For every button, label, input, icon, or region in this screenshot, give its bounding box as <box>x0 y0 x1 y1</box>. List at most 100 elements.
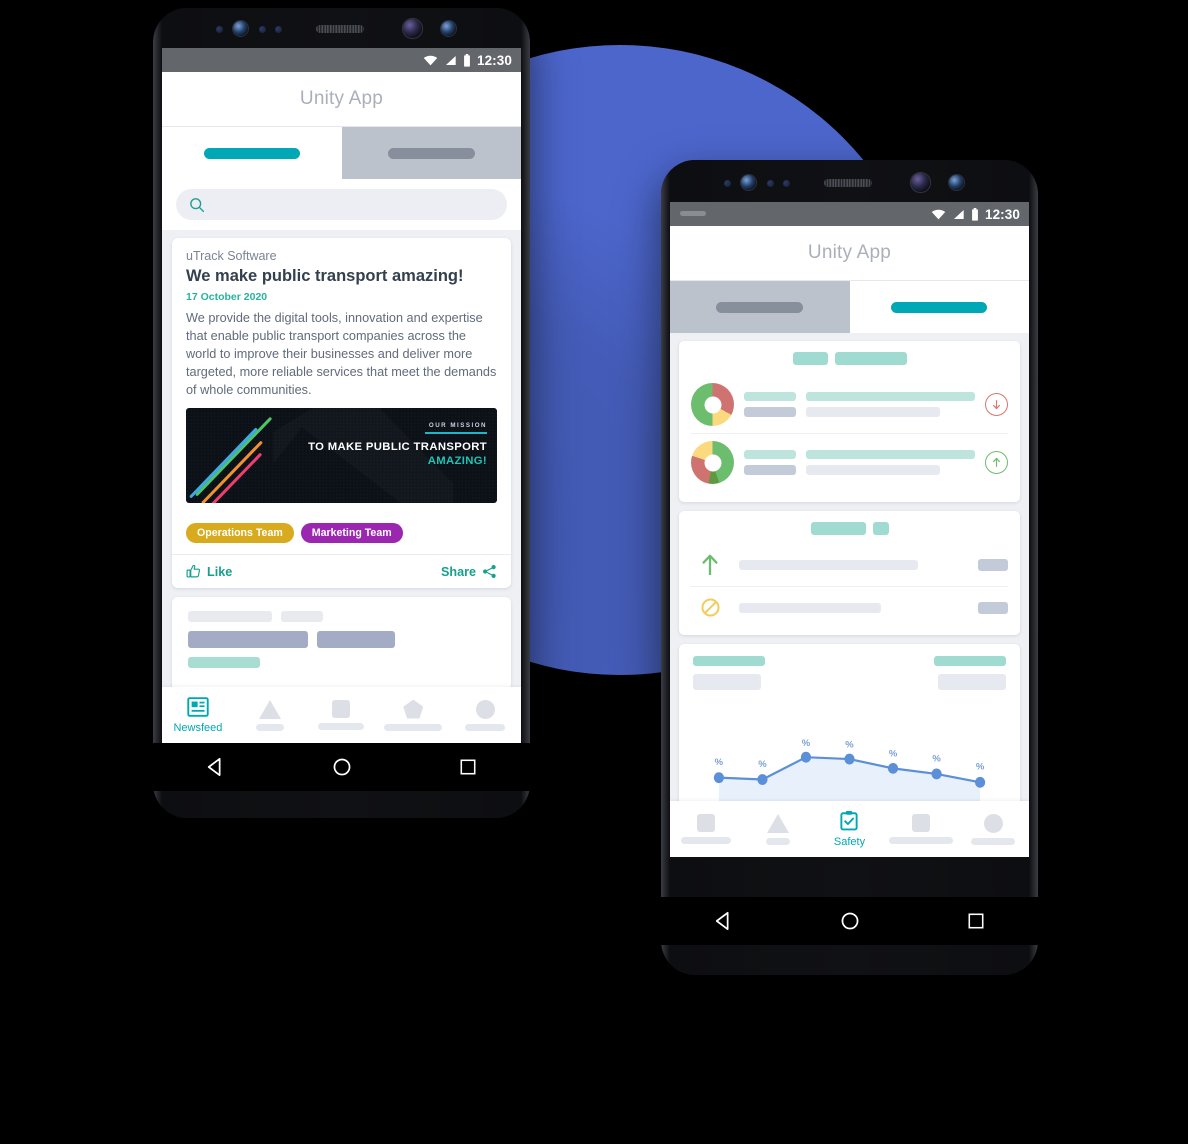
search-input[interactable] <box>176 189 507 220</box>
earpiece-speaker-icon <box>316 25 364 33</box>
wifi-icon <box>931 209 946 219</box>
arrow-up-icon <box>702 554 718 575</box>
chart-title-bar <box>934 656 1006 666</box>
status-bar-time: 12:30 <box>476 52 512 68</box>
signal-icon <box>953 209 964 219</box>
row-labels-right <box>806 450 975 475</box>
recents-icon[interactable] <box>459 758 477 776</box>
skeleton-card <box>172 597 511 692</box>
proximity-sensor-icon <box>724 180 731 187</box>
back-icon[interactable] <box>206 757 226 777</box>
article-banner-image: OUR MISSION TO MAKE PUBLIC TRANSPORT AMA… <box>186 408 497 504</box>
signal-icon <box>445 55 456 65</box>
thumbs-up-icon <box>186 565 201 578</box>
sensor-dot-icon <box>275 26 282 33</box>
chart-point-label: % <box>889 748 898 759</box>
label-bar <box>744 392 796 401</box>
back-icon[interactable] <box>714 911 734 931</box>
phone1-screen: 12:30 Unity App uTrack Software We make … <box>162 48 521 743</box>
status-label-wrap <box>739 560 968 570</box>
tag-operations-team[interactable]: Operations Team <box>186 523 294 544</box>
status-row <box>691 587 1008 624</box>
nav-item-placeholder[interactable] <box>377 699 449 731</box>
title-bar <box>810 522 866 535</box>
phone2-top-bezel <box>661 160 1038 206</box>
prohibited-icon <box>700 598 720 617</box>
status-summary-card[interactable] <box>679 511 1020 635</box>
nav-item-newsfeed[interactable]: Newsfeed <box>162 696 234 734</box>
square-shape-icon <box>332 700 351 718</box>
status-bar-time: 12:30 <box>984 206 1020 222</box>
nav-item-placeholder[interactable] <box>449 699 521 731</box>
nav-label-placeholder <box>889 837 954 844</box>
front-camera-icon <box>741 175 756 190</box>
nav-label-placeholder <box>465 723 506 731</box>
status-label-wrap <box>739 602 968 613</box>
phone-device-left: 12:30 Unity App uTrack Software We make … <box>153 8 530 818</box>
nav-item-safety[interactable]: Safety <box>814 810 886 848</box>
tab-label-placeholder <box>716 301 804 313</box>
nav-label-placeholder <box>765 837 790 845</box>
triangle-shape-icon <box>258 699 281 719</box>
newspaper-icon <box>187 696 209 717</box>
share-label: Share <box>440 564 476 579</box>
banner-text-block: OUR MISSION TO MAKE PUBLIC TRANSPORT AMA… <box>308 422 487 467</box>
nav-label-placeholder <box>255 723 284 731</box>
tab-secondary[interactable] <box>341 127 521 179</box>
sensor-dot-icon <box>783 180 790 187</box>
tab-label-placeholder <box>891 301 988 313</box>
home-icon[interactable] <box>332 757 352 777</box>
recents-icon[interactable] <box>967 912 985 930</box>
chart-header-left <box>693 656 765 690</box>
nav-item-placeholder[interactable] <box>234 699 306 731</box>
front-camera-secondary-icon <box>441 21 456 36</box>
title-bar <box>792 352 828 365</box>
trend-down-button[interactable] <box>985 393 1008 416</box>
phone2-content: %%%%%%% <box>670 333 1029 841</box>
nav-item-placeholder[interactable] <box>306 700 378 730</box>
tab-newsfeed[interactable] <box>162 127 342 179</box>
skeleton-bar <box>188 611 272 623</box>
tag-marketing-team[interactable]: Marketing Team <box>300 523 403 544</box>
phone1-top-bezel <box>153 8 530 52</box>
donut-summary-card[interactable] <box>679 341 1020 502</box>
phone2-system-nav <box>661 897 1038 945</box>
front-camera-main-icon <box>403 19 422 38</box>
phone2-bottom-nav: Safety <box>670 801 1029 857</box>
skeleton-bar <box>317 631 395 649</box>
skeleton-row <box>188 657 495 669</box>
share-button[interactable]: Share <box>441 564 497 579</box>
nav-label-safety: Safety <box>833 836 866 848</box>
home-icon[interactable] <box>840 911 860 931</box>
phone2-app-bar: Unity App <box>670 226 1029 280</box>
tab-safety[interactable] <box>849 281 1029 333</box>
nav-item-placeholder[interactable] <box>670 814 742 844</box>
value-bar <box>744 465 796 475</box>
value-bar <box>978 601 1008 614</box>
like-button[interactable]: Like <box>186 564 232 579</box>
donut-chart-1 <box>691 383 734 426</box>
label-bar <box>744 450 796 459</box>
page-title: Unity App <box>299 88 384 109</box>
trend-up-button[interactable] <box>985 451 1008 474</box>
phone1-bottom-nav: Newsfeed <box>162 687 521 743</box>
nav-item-placeholder[interactable] <box>957 813 1029 845</box>
sensor-dot-icon <box>259 26 266 33</box>
donut-chart-2 <box>691 441 734 484</box>
value-bar <box>744 407 796 417</box>
article-date: 17 October 2020 <box>186 291 268 304</box>
chart-point-label: % <box>715 757 724 768</box>
nav-item-placeholder[interactable] <box>742 813 814 845</box>
chart-point-label: % <box>802 738 811 749</box>
tab-secondary[interactable] <box>670 281 850 333</box>
article-card[interactable]: uTrack Software We make public transport… <box>172 238 511 589</box>
arrow-down-circle-icon <box>993 400 1000 410</box>
square-shape-icon <box>696 814 715 832</box>
phone1-system-nav <box>153 743 530 791</box>
status-icon-wrap <box>691 554 729 576</box>
clipboard-check-icon <box>840 810 859 831</box>
nav-item-placeholder[interactable] <box>885 814 957 844</box>
status-icon-wrap <box>691 597 729 618</box>
battery-icon <box>464 53 470 67</box>
phone2-screen: 12:30 Unity App % % % % % % % Safety <box>670 202 1029 857</box>
